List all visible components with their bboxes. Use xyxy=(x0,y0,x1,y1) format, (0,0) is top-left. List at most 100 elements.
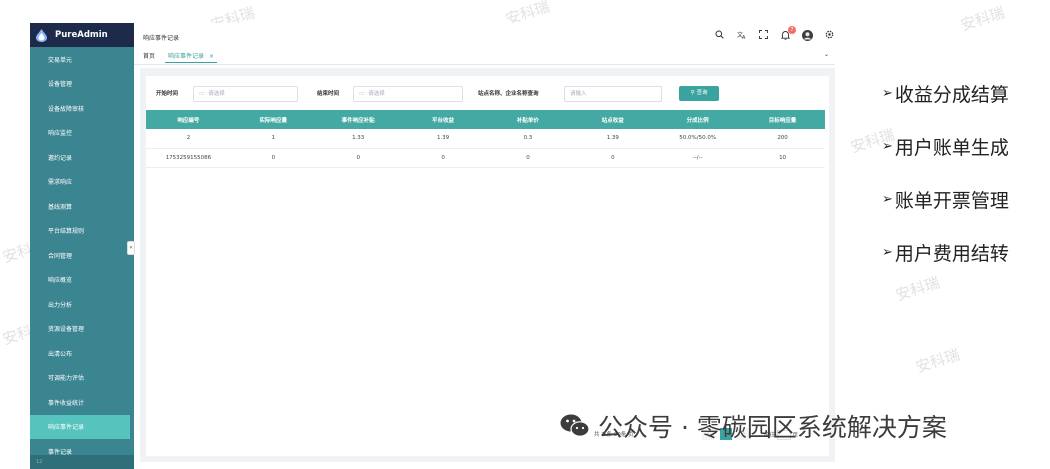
feature-label: 收益分成结算 xyxy=(894,83,1009,106)
start-time-label: 开始时间 xyxy=(156,91,179,97)
table-row[interactable]: 2 1 1.33 1.39 0.3 1.39 50.0%/50.0% 200 xyxy=(146,129,825,149)
sidebar-item[interactable]: 交易单元 xyxy=(30,47,134,72)
table-cell: 50.0%/50.0% xyxy=(655,129,741,149)
table-cell: 1.39 xyxy=(400,129,486,149)
table-row[interactable]: 1753259155086 0 0 0 0 0 --/-- 10 xyxy=(146,148,825,168)
table-cell: 0 xyxy=(315,148,401,168)
table-cell: 0 xyxy=(485,148,571,168)
content-panel: 开始时间 ▭ 请选择 结束时间 ▭ 请选择 站点名称、企业名称查询 请输入 ⚲ 查询 … xyxy=(146,76,829,456)
fullscreen-icon[interactable] xyxy=(758,30,769,41)
column-header: 分成比例 xyxy=(655,110,741,129)
search-icon: ⚲ xyxy=(690,90,695,96)
top-bar: 响应事件记录 文A 7 xyxy=(134,23,835,49)
sidebar-item[interactable]: 设备管理 xyxy=(30,72,134,97)
table-cell: 2 xyxy=(146,129,231,149)
end-time-placeholder: 请选择 xyxy=(368,91,385,97)
bell-icon[interactable]: 7 xyxy=(780,26,796,41)
tab-strip: 首页 响应事件记录 × ⌄ xyxy=(134,49,835,65)
filter-bar: 开始时间 ▭ 请选择 结束时间 ▭ 请选择 站点名称、企业名称查询 请输入 ⚲ 查询 xyxy=(156,86,816,102)
wechat-icon xyxy=(560,414,590,437)
arrow-bullet-icon: ➢ xyxy=(882,191,893,207)
column-header: 目标响应量 xyxy=(740,110,825,129)
feature-item: ➢ 用户费用结转 xyxy=(882,239,1009,265)
search-icon[interactable] xyxy=(714,30,725,41)
screen: 安科瑞 安科瑞 安科瑞 安科瑞 安科瑞 安科瑞 安科瑞 安科瑞 PureAdmi… xyxy=(0,0,1050,469)
breadcrumb[interactable]: 响应事件记录 xyxy=(143,33,179,42)
arrow-bullet-icon: ➢ xyxy=(882,244,893,260)
sidebar-item[interactable]: 需求响应 xyxy=(30,170,134,195)
chevron-down-icon[interactable]: ⌄ xyxy=(824,51,829,58)
sidebar-item[interactable]: 事件收益统计 xyxy=(30,390,134,415)
calendar-icon: ▭ xyxy=(359,91,365,97)
column-header: 站点收益 xyxy=(570,110,656,129)
sidebar-footer: 12 xyxy=(30,455,134,469)
sidebar-item[interactable]: 出力分析 xyxy=(30,292,134,317)
gear-icon[interactable] xyxy=(824,30,835,41)
translate-icon[interactable]: 文A xyxy=(736,30,747,41)
site-search-placeholder: 请输入 xyxy=(570,91,587,97)
table-cell: 10 xyxy=(740,148,825,168)
table-cell: 1 xyxy=(230,129,316,149)
tab-home[interactable]: 首页 xyxy=(143,51,155,63)
end-time-input[interactable]: ▭ 请选择 xyxy=(353,86,463,102)
sidebar-item[interactable]: 合同管理 xyxy=(30,243,134,268)
tab-label: 响应事件记录 xyxy=(168,53,205,60)
column-header: 响应编号 xyxy=(146,110,231,129)
table-body: 2 1 1.33 1.39 0.3 1.39 50.0%/50.0% 200 175325915… xyxy=(146,129,825,168)
caption-text: 公众号 · 零碳园区系统解决方案 xyxy=(598,413,947,442)
tab-response-events[interactable]: 响应事件记录 × xyxy=(165,51,217,63)
site-search-input[interactable]: 请输入 xyxy=(564,86,662,102)
brand-name: PureAdmin xyxy=(55,30,108,40)
column-header: 事件响应补贴 xyxy=(315,110,401,129)
table-cell: 200 xyxy=(740,129,825,149)
sidebar-menu: 交易单元 设备管理 设备故障审核 响应监控 邀约记录 需求响应 基线测算 平台结算规则 合同管理… xyxy=(30,47,134,464)
arrow-bullet-icon: ➢ xyxy=(882,138,893,154)
toolbar: 文A 7 xyxy=(714,26,835,41)
column-header: 补贴单价 xyxy=(485,110,571,129)
sidebar: PureAdmin 交易单元 设备管理 设备故障审核 响应监控 邀约记录 需求响应 基线测算… xyxy=(30,23,134,469)
sidebar-item[interactable]: 出清公布 xyxy=(30,341,134,366)
start-time-input[interactable]: ▭ 请选择 xyxy=(193,86,298,102)
collapse-sidebar-button[interactable]: « xyxy=(127,241,135,255)
query-button-label: 查询 xyxy=(696,90,708,96)
user-avatar[interactable] xyxy=(802,30,813,41)
column-header: 平台收益 xyxy=(400,110,486,129)
table-cell: 0 xyxy=(400,148,486,168)
sidebar-item[interactable]: 响应事件记录 xyxy=(30,414,130,439)
column-header: 实际响应量 xyxy=(230,110,316,129)
feature-item: ➢ 账单开票管理 xyxy=(882,186,1009,212)
feature-item: ➢ 收益分成结算 xyxy=(882,80,1009,106)
start-time-placeholder: 请选择 xyxy=(208,91,225,97)
table-header-row: 响应编号 实际响应量 事件响应补贴 平台收益 补贴单价 站点收益 分成比例 目标响应量 xyxy=(146,110,825,129)
sidebar-item[interactable]: 邀约记录 xyxy=(30,145,134,170)
table-cell: 0 xyxy=(570,148,656,168)
feature-label: 账单开票管理 xyxy=(894,189,1009,212)
watermark: 安科瑞 xyxy=(958,3,1007,35)
sidebar-item[interactable]: 平台结算规则 xyxy=(30,219,134,244)
feature-item: ➢ 用户账单生成 xyxy=(882,133,1009,159)
sidebar-item[interactable]: 响应监控 xyxy=(30,121,134,146)
wechat-caption: 公众号 · 零碳园区系统解决方案 xyxy=(560,408,947,444)
close-icon[interactable]: × xyxy=(209,53,214,60)
table-cell: 0.3 xyxy=(485,129,571,149)
calendar-icon: ▭ xyxy=(199,91,205,97)
end-time-label: 结束时间 xyxy=(317,91,340,97)
watermark: 安科瑞 xyxy=(913,345,962,377)
sidebar-item[interactable]: 设备故障审核 xyxy=(30,96,134,121)
notification-badge: 7 xyxy=(788,26,796,34)
main-content: 开始时间 ▭ 请选择 结束时间 ▭ 请选择 站点名称、企业名称查询 请输入 ⚲ 查询 … xyxy=(140,68,835,462)
table-cell: 0 xyxy=(230,148,316,168)
table-cell: 1.39 xyxy=(570,129,656,149)
sidebar-item[interactable]: 基线测算 xyxy=(30,194,134,219)
feature-list: ➢ 收益分成结算 ➢ 用户账单生成 ➢ 账单开票管理 ➢ 用户费用结转 xyxy=(882,80,1009,292)
query-button[interactable]: ⚲ 查询 xyxy=(679,86,719,101)
table-cell: 1.33 xyxy=(315,129,401,149)
sidebar-item[interactable]: 响应概览 xyxy=(30,268,134,293)
sidebar-item[interactable]: 可调能力评估 xyxy=(30,366,134,391)
arrow-bullet-icon: ➢ xyxy=(882,85,893,101)
sidebar-brand[interactable]: PureAdmin xyxy=(30,23,134,47)
sidebar-item[interactable]: 资源设备管理 xyxy=(30,317,134,342)
events-table: 响应编号 实际响应量 事件响应补贴 平台收益 补贴单价 站点收益 分成比例 目标响应量 211… xyxy=(146,110,825,168)
feature-label: 用户费用结转 xyxy=(894,242,1009,265)
table-cell: --/-- xyxy=(655,148,741,168)
